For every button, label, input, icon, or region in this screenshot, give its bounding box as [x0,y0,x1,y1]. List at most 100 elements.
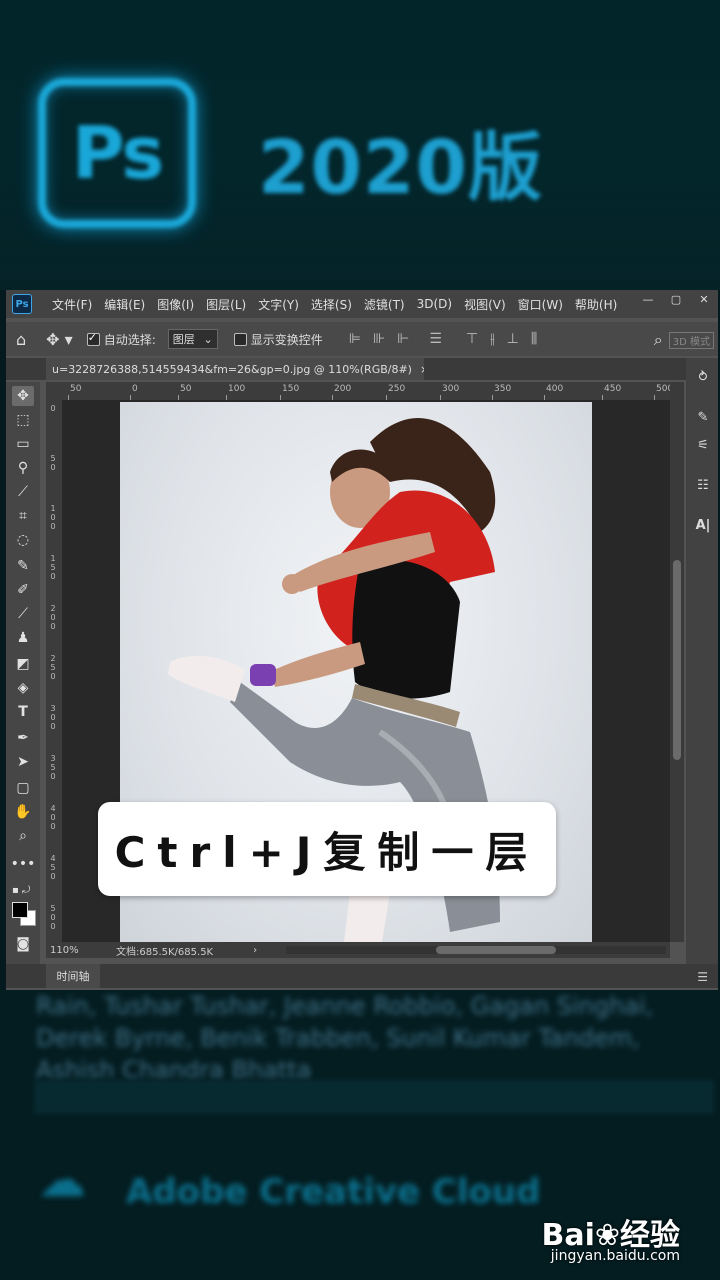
show-transform-check-icon [233,332,247,346]
quick-select-icon[interactable]: ⚲ [12,458,34,478]
home-icon[interactable]: ⌂ [16,330,26,349]
timeline-tab[interactable]: 时间轴 [46,964,100,988]
ruler-left-label: 4 0 0 [50,804,56,831]
3d-mode-label[interactable]: 3D 模式 [668,331,714,349]
history-icon[interactable]: ⥁ [692,366,714,388]
menu-3d[interactable]: 3D(D) [417,297,452,311]
vertical-scroll-thumb[interactable] [673,560,681,760]
align-left-icon[interactable]: ⊫ [349,331,361,347]
align-right-icon[interactable]: ⊩ [397,331,409,347]
document-tab[interactable]: u=3228726388,514559434&fm=26&gp=0.jpg @ … [46,358,424,380]
properties-icon[interactable]: ☷ [692,474,714,496]
ruler-left-label: 2 5 0 [50,654,56,681]
paint-bucket-icon[interactable]: ◈ [12,678,34,698]
menu-type[interactable]: 文字(Y) [258,296,299,313]
character-icon[interactable]: A| [692,514,714,536]
menu-window[interactable]: 窗口(W) [518,296,563,313]
document-size: 文档:685.5K/685.5K [116,946,214,958]
hand-icon[interactable]: ✋ [12,802,34,822]
align-top-icon[interactable]: ⊤ [466,331,478,347]
options-bar: ⌂ ✥ ▾ 自动选择: 图层 ⌄ 显示变换控件 ⊫ ⊪ ⊩ ☰ ⊤ ⫲ ⊥ ⫼ … [6,322,718,356]
maximize-button[interactable]: ▢ [662,290,690,308]
vertical-scrollbar[interactable] [670,382,684,942]
ruler-top-label: 250 [388,384,406,394]
creative-cloud-text: Adobe Creative Cloud [126,1172,541,1212]
auto-select-check-icon [86,331,100,346]
menu-edit[interactable]: 编辑(E) [104,296,145,313]
layer-dropdown[interactable]: 图层 ⌄ [167,329,218,349]
adjustments-icon[interactable]: ⚟ [692,434,714,456]
horizontal-scroll-thumb[interactable] [436,946,556,954]
zoom-icon[interactable]: ⌕ [12,826,34,846]
search-icon[interactable]: ⌕ [654,330,663,350]
align-middle-icon[interactable]: ⫲ [490,331,495,347]
close-icon[interactable]: × [420,363,424,376]
logo-text: Ps [71,111,164,195]
align-center-icon[interactable]: ⊪ [373,331,385,347]
healing-icon[interactable]: ✎ [12,556,34,576]
align-bottom-icon[interactable]: ⊥ [507,331,519,347]
swap-colors-icon[interactable]: ▪ ⤾ [12,880,34,900]
horizontal-scrollbar[interactable] [286,946,666,954]
auto-select-label: 自动选择: [103,332,156,347]
timeline-bar: 时间轴 ☰ [6,964,718,988]
ruler-top-label: 300 [442,384,460,394]
stamp-icon[interactable]: ♟ [12,628,34,648]
menu-help[interactable]: 帮助(H) [575,296,617,313]
minimize-button[interactable]: — [634,290,662,308]
ruler-left-label: 2 0 0 [50,604,56,631]
ruler-left-label: 0 [50,404,56,413]
creative-cloud-icon: ☁ [38,1152,86,1208]
brush-icon[interactable]: ⟋ [12,604,34,624]
shape-icon[interactable]: ▢ [12,778,34,798]
path-select-icon[interactable]: ➤ [12,752,34,772]
move-icon[interactable]: ✥ [12,386,34,406]
move-tool-preset-icon[interactable]: ✥ ▾ [46,330,73,349]
lasso-icon[interactable]: ◌ [12,530,34,550]
options-right: ⌕ 3D 模式 [644,330,714,350]
menu-image[interactable]: 图像(I) [157,296,194,313]
auto-select-checkbox[interactable]: 自动选择: [86,331,156,348]
chevron-right-icon[interactable]: › [253,945,257,956]
menu-select[interactable]: 选择(S) [311,296,352,313]
panel-menu-icon[interactable]: ☰ [697,970,708,984]
ruler-top-label: 0 [132,384,138,394]
distribute-vertical-icon[interactable]: ⫼ [531,331,537,347]
menu-layer[interactable]: 图层(L) [206,296,246,313]
photoshop-logo-icon: Ps [38,78,196,228]
chevron-down-icon: ⌄ [203,332,213,346]
document-tab-title: u=3228726388,514559434&fm=26&gp=0.jpg @ … [52,362,412,376]
clone-icon[interactable]: ✐ [12,580,34,600]
marquee-icon[interactable]: ⬚ [12,410,34,430]
eraser-icon[interactable]: ◩ [12,654,34,674]
ruler-vertical: 0 5 0 1 0 0 1 5 0 2 0 0 2 5 0 3 0 0 3 5 0 4 0 0 4… [46,400,63,942]
app-icon[interactable]: Ps [12,294,32,314]
pen-icon[interactable]: ✒ [12,728,34,748]
status-bar: 110% 文档:685.5K/685.5K › [46,942,670,958]
brush-settings-icon[interactable]: ✎ [692,406,714,428]
menu-file[interactable]: 文件(F) [52,296,92,313]
credits-text: Rain, Tushar Tushar, Jeanne Robbio, Gaga… [36,992,654,1084]
ruler-top-label: 100 [228,384,246,394]
more-icon[interactable]: ••• [11,854,36,874]
artboard-icon[interactable]: ▭ [12,434,34,454]
zoom-level[interactable]: 110% [50,945,116,956]
baidu-watermark: Bai❀经验 jingyan.baidu.com [541,1196,720,1280]
ruler-left-label: 3 0 0 [50,704,56,731]
foreground-color-swatch[interactable] [12,902,28,918]
window-controls: — ▢ ✕ [634,290,718,310]
eyedropper-icon[interactable]: ⟋ [12,482,34,502]
menu-view[interactable]: 视图(V) [464,296,506,313]
menu-bar: Ps 文件(F) 编辑(E) 图像(I) 图层(L) 文字(Y) 选择(S) 滤… [6,290,718,318]
distribute-icon[interactable]: ☰ [429,331,442,347]
quick-mask-icon[interactable]: ◙ [12,934,34,954]
ruler-top-label: 50 [180,384,192,394]
ruler-top-label: 200 [334,384,352,394]
panel-dock: ⥁ ✎ ⚟ ☷ A| [686,358,718,970]
close-button[interactable]: ✕ [690,290,718,308]
menu-filter[interactable]: 滤镜(T) [364,296,405,313]
crop-icon[interactable]: ⌗ [12,506,34,526]
show-transform-checkbox[interactable]: 显示变换控件 [233,331,323,348]
ruler-horizontal: 50 0 50 100 150 200 250 300 350 400 450 500 [46,382,673,401]
text-icon[interactable]: T [12,702,34,722]
